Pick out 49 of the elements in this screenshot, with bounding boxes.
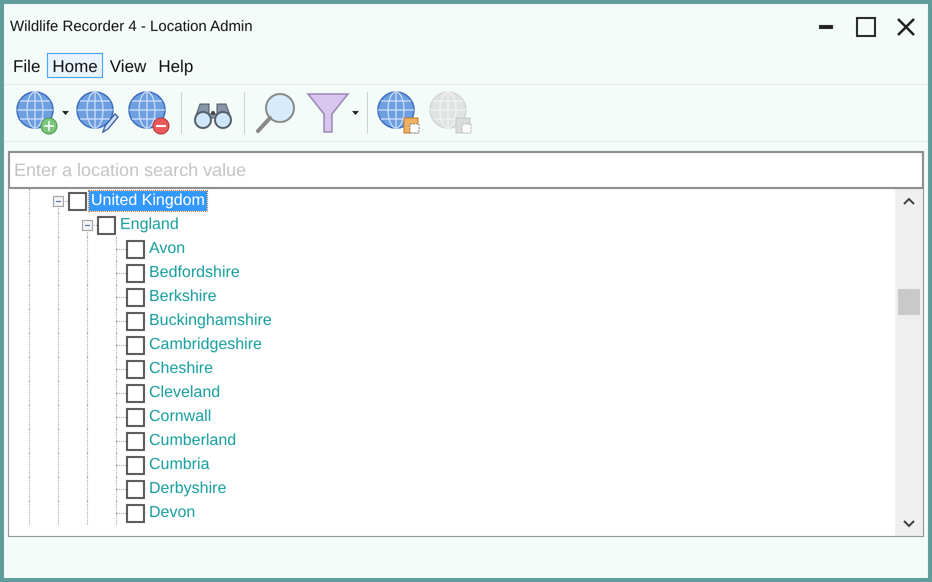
checkbox[interactable] [126, 384, 145, 403]
toolbar-button[interactable] [14, 89, 70, 137]
window-title: Wildlife Recorder 4 - Location Admin [10, 16, 253, 37]
close-icon [897, 18, 915, 36]
minimize-icon [819, 25, 833, 29]
tree-item[interactable]: Bedfordshire [147, 263, 242, 283]
checkbox[interactable] [126, 408, 145, 427]
checkbox[interactable] [126, 336, 145, 355]
collapse-toggle[interactable] [82, 220, 93, 231]
tree-item[interactable]: Avon [147, 239, 188, 259]
scroll-down-icon [903, 520, 915, 528]
menu-item[interactable]: Help [153, 52, 198, 78]
scroll-up-icon [903, 197, 915, 205]
collapse-toggle[interactable] [53, 196, 64, 207]
tree-item[interactable]: United Kingdom [89, 191, 207, 211]
globe-clipboard-icon [376, 90, 422, 136]
tree-item[interactable]: Devon [147, 503, 198, 523]
tree-item[interactable]: Berkshire [147, 287, 219, 307]
checkbox[interactable] [126, 264, 145, 283]
tree-item[interactable]: Cornwall [147, 407, 214, 427]
tree-item[interactable]: Cumberland [147, 431, 238, 451]
dropdown-caret-icon [352, 111, 359, 115]
tree-item[interactable]: Cambridgeshire [147, 335, 264, 355]
tree-item[interactable]: Cheshire [147, 359, 216, 379]
checkbox[interactable] [126, 432, 145, 451]
checkbox[interactable] [126, 360, 145, 379]
scroll-thumb[interactable] [898, 289, 920, 315]
tree-item[interactable]: England [118, 215, 181, 235]
tree-item[interactable]: Buckinghamshire [147, 311, 274, 331]
tree-item[interactable]: Cleveland [147, 383, 222, 403]
checkbox[interactable] [126, 504, 145, 523]
search-field[interactable]: Enter a location search value [8, 151, 924, 189]
checkbox[interactable] [126, 480, 145, 499]
maximize-icon [856, 17, 876, 37]
menu-item[interactable]: File [8, 52, 46, 78]
checkbox[interactable] [97, 216, 116, 235]
menu-item[interactable]: Home [47, 52, 103, 78]
globe-pencil-icon [75, 90, 121, 136]
tree-item[interactable]: Derbyshire [147, 479, 228, 499]
scrollbar[interactable] [895, 189, 923, 536]
tree-item[interactable]: Cumbria [147, 455, 212, 475]
menu-item[interactable]: View [104, 52, 152, 78]
checkbox[interactable] [126, 288, 145, 307]
dropdown-caret-icon [62, 111, 69, 115]
checkbox[interactable] [68, 192, 87, 211]
checkbox[interactable] [126, 456, 145, 475]
checkbox[interactable] [126, 312, 145, 331]
globe-clipboard-icon [428, 90, 474, 136]
checkbox[interactable] [126, 240, 145, 259]
